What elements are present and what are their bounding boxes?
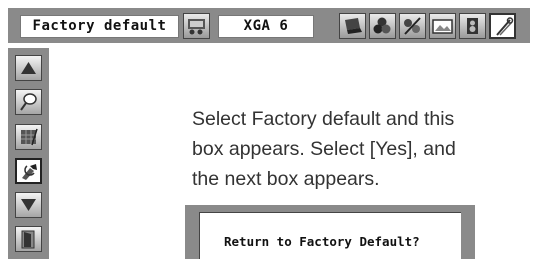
laptop-icon[interactable] xyxy=(339,13,366,39)
image-select-icon[interactable] xyxy=(399,13,426,39)
input-source-label: XGA 6 xyxy=(218,15,314,38)
caption-line-1: Select Factory default and this xyxy=(192,108,455,130)
up-arrow-icon[interactable] xyxy=(15,55,42,81)
bulb-icon[interactable] xyxy=(15,89,42,115)
down-arrow-icon[interactable] xyxy=(15,192,42,218)
sound-icon[interactable] xyxy=(459,13,486,39)
factory-default-icon[interactable] xyxy=(15,158,42,184)
caption-line-3: the next box appears. xyxy=(192,168,380,190)
menu-title: Factory default xyxy=(20,15,179,38)
menu-bar: Factory default XGA 6 xyxy=(8,8,530,43)
exit-door-icon[interactable] xyxy=(15,226,42,252)
sidebar xyxy=(8,48,49,259)
confirm-dialog-body: Return to Factory Default? xyxy=(199,212,461,259)
caption-line-2: box appears. Select [Yes], and xyxy=(192,138,456,160)
grid-icon[interactable] xyxy=(15,124,42,150)
computer-input-icon[interactable] xyxy=(183,13,210,39)
confirm-dialog: Return to Factory Default? xyxy=(185,205,475,259)
setting-icon[interactable] xyxy=(489,13,516,39)
dialog-question: Return to Factory Default? xyxy=(224,234,420,249)
instruction-caption: Select Factory default and this box appe… xyxy=(192,104,532,194)
image-adjust-icon[interactable] xyxy=(369,13,396,39)
screen-icon[interactable] xyxy=(429,13,456,39)
